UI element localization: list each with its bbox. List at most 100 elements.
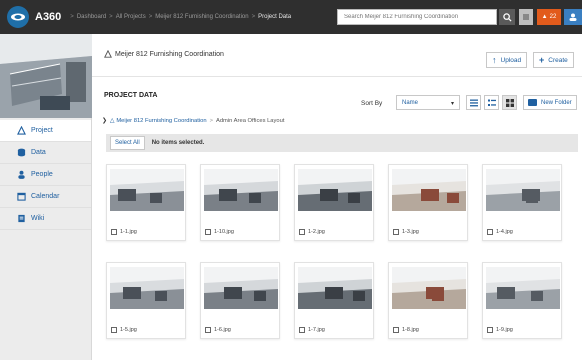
- file-name: 1-4.jpg: [496, 229, 513, 235]
- a360-logo-icon[interactable]: [7, 6, 29, 28]
- grid-view-button[interactable]: [502, 95, 517, 110]
- file-card[interactable]: 1-9.jpg: [482, 262, 562, 339]
- file-name: 1-6.jpg: [214, 327, 231, 333]
- project-thumbnail: [0, 34, 92, 118]
- image-file-icon: [111, 229, 117, 235]
- main-content: Meijer 812 Furnishing Coordination ↑ Upl…: [92, 34, 582, 360]
- sort-label: Sort By: [361, 100, 383, 107]
- detail-view-icon: [487, 99, 496, 106]
- file-thumbnail: [298, 267, 372, 309]
- file-name: 1-8.jpg: [402, 327, 419, 333]
- arrow-up-icon: ↑: [492, 55, 497, 65]
- list-view-icon: [469, 99, 478, 106]
- image-file-icon: [111, 327, 117, 333]
- file-thumbnail: [392, 169, 466, 211]
- sidebar: Project Data People Calendar Wiki: [0, 34, 92, 360]
- file-name: 1-7.jpg: [308, 327, 325, 333]
- breadcrumb-all-projects[interactable]: All Projects: [116, 14, 146, 20]
- sort-select[interactable]: Name ▾: [396, 95, 460, 110]
- new-folder-button[interactable]: New Folder: [523, 95, 577, 110]
- file-name-label: 1-5.jpg: [111, 327, 137, 333]
- sidebar-item-wiki[interactable]: Wiki: [0, 208, 91, 230]
- breadcrumb-dashboard[interactable]: Dashboard: [77, 14, 106, 20]
- sidebar-item-label: Wiki: [31, 215, 45, 222]
- sidebar-item-label: Data: [31, 149, 46, 156]
- file-card[interactable]: 1-8.jpg: [388, 262, 468, 339]
- path-project-link[interactable]: Meijer 812 Furnishing Coordination: [116, 118, 206, 124]
- file-thumbnail: [110, 267, 184, 309]
- folder-path: ❯ △ Meijer 812 Furnishing Coordination >…: [102, 118, 285, 124]
- file-thumbnail: [204, 267, 278, 309]
- collapse-arrow-icon[interactable]: ❯: [102, 118, 107, 124]
- selection-bar: Select All No items selected.: [106, 134, 578, 152]
- bell-icon: ▲: [541, 14, 548, 20]
- file-card[interactable]: 1-1.jpg: [106, 164, 186, 241]
- list-view-button[interactable]: [466, 95, 481, 110]
- file-thumbnail: [204, 169, 278, 211]
- image-file-icon: [393, 229, 399, 235]
- file-name: 1-10.jpg: [214, 229, 234, 235]
- file-name-label: 1-9.jpg: [487, 327, 513, 333]
- sidebar-item-label: Project: [31, 127, 53, 134]
- upload-button[interactable]: ↑ Upload: [486, 52, 528, 68]
- sidebar-item-data[interactable]: Data: [0, 142, 91, 164]
- notification-count: 22: [549, 14, 557, 20]
- select-all-button[interactable]: Select All: [110, 136, 145, 150]
- sidebar-item-project[interactable]: Project: [0, 120, 91, 142]
- sidebar-item-label: People: [31, 171, 53, 178]
- wiki-icon: [18, 214, 25, 223]
- help-button[interactable]: [519, 9, 533, 25]
- file-name-label: 1-8.jpg: [393, 327, 419, 333]
- project-icon: △: [109, 118, 115, 124]
- section-title: PROJECT DATA: [104, 92, 158, 99]
- file-name: 1-5.jpg: [120, 327, 137, 333]
- search-input[interactable]: [337, 9, 497, 25]
- search-icon: [502, 12, 512, 22]
- create-button[interactable]: + Create: [533, 52, 574, 68]
- file-name: 1-2.jpg: [308, 229, 325, 235]
- file-card[interactable]: 1-2.jpg: [294, 164, 374, 241]
- file-thumbnail: [110, 169, 184, 211]
- data-icon: [17, 148, 26, 157]
- file-name-label: 1-4.jpg: [487, 229, 513, 235]
- file-name: 1-1.jpg: [120, 229, 137, 235]
- notifications-button[interactable]: ▲ 22: [537, 9, 561, 25]
- file-name-label: 1-6.jpg: [205, 327, 231, 333]
- file-card[interactable]: 1-5.jpg: [106, 262, 186, 339]
- project-icon: [104, 50, 112, 58]
- breadcrumb: > Dashboard > All Projects > Meijer 812 …: [70, 14, 292, 20]
- file-name-label: 1-10.jpg: [205, 229, 234, 235]
- file-name-label: 1-7.jpg: [299, 327, 325, 333]
- file-thumbnail: [298, 169, 372, 211]
- user-avatar-button[interactable]: [564, 9, 582, 25]
- project-icon: [17, 126, 26, 135]
- file-name-label: 1-1.jpg: [111, 229, 137, 235]
- sort-value: Name: [402, 100, 419, 106]
- sidebar-item-label: Calendar: [31, 193, 60, 200]
- image-file-icon: [205, 327, 211, 333]
- sidebar-item-people[interactable]: People: [0, 164, 91, 186]
- sidebar-item-calendar[interactable]: Calendar: [0, 186, 91, 208]
- detail-view-button[interactable]: [484, 95, 499, 110]
- file-card[interactable]: 1-3.jpg: [388, 164, 468, 241]
- people-icon: [18, 170, 25, 179]
- calendar-icon: [17, 192, 26, 201]
- header-divider: [92, 76, 582, 77]
- plus-icon: +: [539, 55, 545, 65]
- file-card[interactable]: 1-6.jpg: [200, 262, 280, 339]
- search-button[interactable]: [499, 9, 515, 25]
- top-bar: A360 > Dashboard > All Projects > Meijer…: [0, 0, 582, 34]
- file-name: 1-3.jpg: [402, 229, 419, 235]
- file-name-label: 1-2.jpg: [299, 229, 325, 235]
- file-card[interactable]: 1-10.jpg: [200, 164, 280, 241]
- breadcrumb-project[interactable]: Meijer 812 Furnishing Coordination: [155, 14, 248, 20]
- file-card[interactable]: 1-7.jpg: [294, 262, 374, 339]
- file-name-label: 1-3.jpg: [393, 229, 419, 235]
- image-file-icon: [299, 229, 305, 235]
- user-avatar-icon: [569, 13, 577, 21]
- file-thumbnail: [486, 267, 560, 309]
- image-file-icon: [299, 327, 305, 333]
- file-card[interactable]: 1-4.jpg: [482, 164, 562, 241]
- file-thumbnail: [392, 267, 466, 309]
- project-name: Meijer 812 Furnishing Coordination: [115, 50, 224, 58]
